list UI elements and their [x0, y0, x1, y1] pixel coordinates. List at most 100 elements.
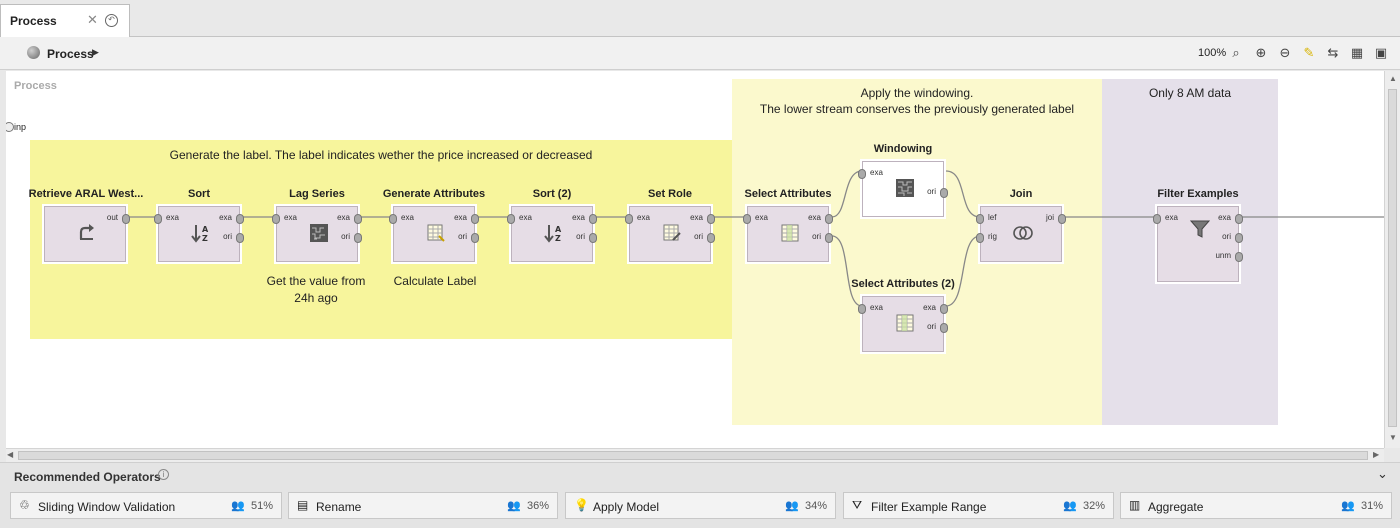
- caption-lag-series: Get the value from 24h ago: [266, 274, 366, 305]
- operator-box[interactable]: AZ exa exa ori: [154, 206, 244, 262]
- port-out[interactable]: [940, 304, 948, 314]
- port-in[interactable]: [507, 214, 515, 224]
- close-icon[interactable]: ✕: [87, 12, 98, 28]
- select-attributes-icon: [896, 314, 914, 332]
- zoom-fit-icon[interactable]: ⌕: [1228, 45, 1244, 61]
- horizontal-scrollbar[interactable]: ◀ ▶: [6, 448, 1384, 462]
- port-label: ori: [694, 232, 703, 241]
- port-out[interactable]: [236, 214, 244, 224]
- port-label: exa: [166, 213, 179, 222]
- operator-windowing[interactable]: Windowing exa ori: [855, 143, 951, 219]
- port-out[interactable]: [825, 214, 833, 224]
- recommended-item[interactable]: 💡 Apply Model 👥 34%: [565, 492, 836, 519]
- recommended-item[interactable]: ▥ Aggregate 👥 31%: [1120, 492, 1392, 519]
- port-in[interactable]: [625, 214, 633, 224]
- port-in[interactable]: [743, 214, 751, 224]
- port-label: ori: [458, 232, 467, 241]
- port-out[interactable]: [589, 233, 597, 243]
- port-out[interactable]: [589, 214, 597, 224]
- port-out[interactable]: [940, 188, 948, 198]
- port-in[interactable]: [1153, 214, 1161, 224]
- port-in[interactable]: [154, 214, 162, 224]
- port-in[interactable]: [976, 214, 984, 224]
- operator-title: Filter Examples: [1157, 188, 1239, 200]
- port-out[interactable]: [1235, 233, 1243, 243]
- scroll-right-icon[interactable]: ▶: [1373, 450, 1379, 459]
- port-out[interactable]: [707, 233, 715, 243]
- operator-retrieve[interactable]: Retrieve ARAL West... out: [26, 188, 146, 264]
- process-canvas[interactable]: Process inp Generate the label. The labe…: [6, 71, 1384, 448]
- operator-lag-series[interactable]: Lag Series exa exa ori: [269, 188, 365, 264]
- breadcrumb-process[interactable]: Process: [47, 47, 94, 61]
- zoom-in-icon[interactable]: ⊕: [1253, 45, 1269, 61]
- scroll-thumb[interactable]: [1388, 89, 1397, 427]
- operator-filter-examples[interactable]: Filter Examples exa exa ori unm: [1150, 188, 1246, 288]
- port-out[interactable]: [707, 214, 715, 224]
- tab-bar: Process ✕ ↶: [0, 0, 1400, 38]
- port-in[interactable]: [858, 304, 866, 314]
- port-in[interactable]: [858, 169, 866, 179]
- operator-box[interactable]: out: [44, 206, 130, 262]
- operator-select-attributes-2[interactable]: Select Attributes (2) exa exa ori: [845, 278, 961, 354]
- collapse-icon[interactable]: ⌄: [1377, 466, 1388, 482]
- process-toolbar: Process ▶ 100% ⌕ ⊕ ⊖ ✎ ⇆ ▦ ▣: [0, 37, 1400, 70]
- port-out[interactable]: [940, 323, 948, 333]
- arrange-icon[interactable]: ▦: [1349, 45, 1365, 61]
- port-out[interactable]: [122, 214, 130, 224]
- port-out[interactable]: [236, 233, 244, 243]
- svg-text:Z: Z: [555, 234, 561, 243]
- operator-sort-2[interactable]: Sort (2) AZ exa exa ori: [504, 188, 600, 264]
- operator-join[interactable]: Join lef rig joi: [973, 188, 1069, 264]
- operator-box[interactable]: AZ exa exa ori: [507, 206, 597, 262]
- port-in[interactable]: [389, 214, 397, 224]
- operator-box[interactable]: exa ori: [858, 161, 948, 217]
- funnel-icon: ⛛: [852, 498, 863, 512]
- operator-box[interactable]: exa exa ori: [743, 206, 833, 262]
- port-out[interactable]: [471, 233, 479, 243]
- sort-icon: AZ: [544, 225, 562, 243]
- port-out[interactable]: [471, 214, 479, 224]
- info-icon[interactable]: i: [158, 469, 169, 480]
- layout-icon[interactable]: ▣: [1373, 45, 1389, 61]
- recommended-item[interactable]: ▤ Rename 👥 36%: [288, 492, 558, 519]
- operator-box[interactable]: exa exa ori: [625, 206, 715, 262]
- auto-wire-icon[interactable]: ⇆: [1325, 45, 1341, 61]
- operator-title: Windowing: [873, 143, 933, 155]
- recommended-item[interactable]: ⛛ Filter Example Range 👥 32%: [843, 492, 1114, 519]
- caret-right-icon[interactable]: ▶: [92, 47, 99, 58]
- port-label: exa: [401, 213, 414, 222]
- operator-sort[interactable]: Sort AZ exa exa ori: [151, 188, 247, 264]
- add-note-icon[interactable]: ✎: [1301, 45, 1317, 61]
- operator-select-attributes[interactable]: Select Attributes exa exa ori: [740, 188, 836, 264]
- port-out[interactable]: [1235, 214, 1243, 224]
- scroll-thumb[interactable]: [18, 451, 1368, 460]
- scroll-down-icon[interactable]: ▼: [1389, 433, 1397, 442]
- port-out[interactable]: [825, 233, 833, 243]
- recommended-item-pct: 32%: [1082, 500, 1105, 512]
- port-label: rig: [988, 232, 997, 241]
- operator-box[interactable]: exa exa ori unm: [1153, 206, 1243, 282]
- restore-icon[interactable]: ↶: [105, 14, 118, 27]
- tab-process[interactable]: Process ✕ ↶: [0, 4, 130, 38]
- port-label: ori: [927, 322, 936, 331]
- port-out[interactable]: [1235, 252, 1243, 262]
- operator-set-role[interactable]: Set Role exa exa ori: [622, 188, 718, 264]
- zoom-level: 100%: [1198, 47, 1227, 59]
- operator-box[interactable]: exa exa ori: [272, 206, 362, 262]
- recommended-item-pct: 51%: [250, 500, 273, 512]
- port-in[interactable]: [272, 214, 280, 224]
- port-in[interactable]: [976, 233, 984, 243]
- operator-generate-attributes[interactable]: Generate Attributes exa exa ori: [381, 188, 487, 264]
- recommended-item[interactable]: ♲ Sliding Window Validation 👥 51%: [10, 492, 282, 519]
- operator-box[interactable]: exa exa ori: [858, 296, 948, 352]
- operator-box[interactable]: exa exa ori: [389, 206, 479, 262]
- port-label: ori: [927, 187, 936, 196]
- scroll-up-icon[interactable]: ▲: [1389, 74, 1397, 83]
- vertical-scrollbar[interactable]: ▲ ▼: [1384, 71, 1400, 448]
- operator-box[interactable]: lef rig joi: [976, 206, 1066, 262]
- zoom-out-icon[interactable]: ⊖: [1277, 45, 1293, 61]
- port-out[interactable]: [354, 214, 362, 224]
- port-out[interactable]: [1058, 214, 1066, 224]
- port-out[interactable]: [354, 233, 362, 243]
- scroll-left-icon[interactable]: ◀: [7, 450, 13, 459]
